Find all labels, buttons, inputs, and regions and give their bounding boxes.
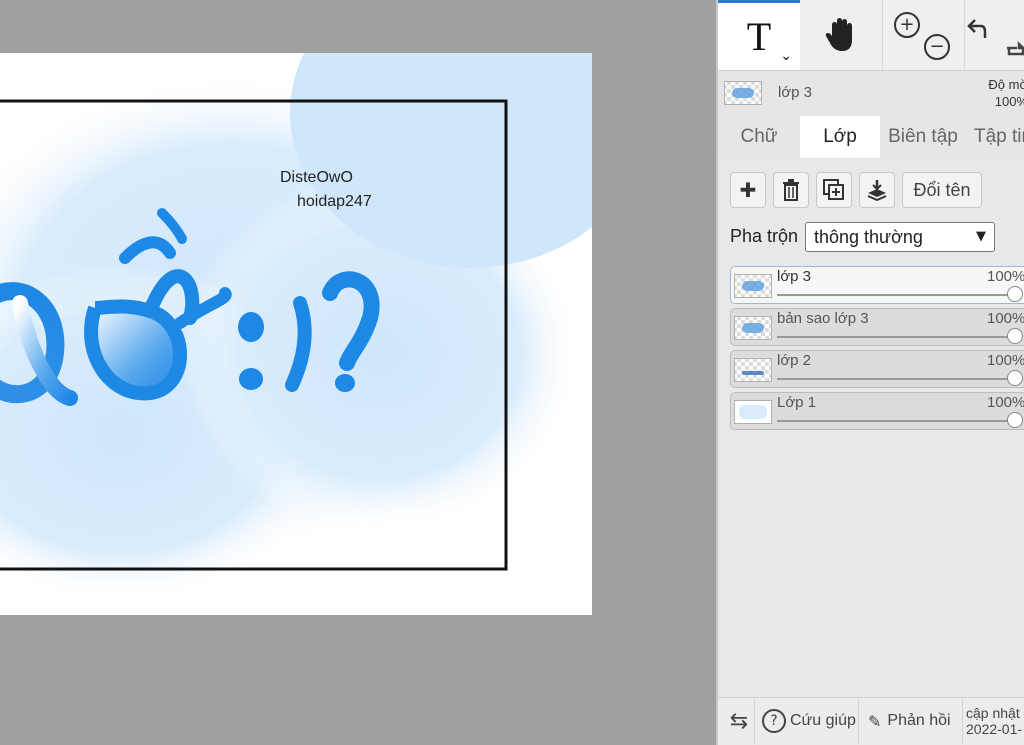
layer-name: Lớp 1: [777, 394, 817, 411]
feedback-label: Phản hồi: [887, 712, 951, 729]
opacity-slider-track[interactable]: [777, 378, 1017, 380]
layer-row[interactable]: Lớp 1 100%: [730, 392, 1024, 430]
feedback-icon: ✎: [868, 711, 882, 731]
current-layer-info: lớp 3 Độ mờ 100%: [718, 72, 1024, 116]
trash-icon: [783, 179, 799, 201]
text-tool-button[interactable]: T ⌄: [718, 0, 800, 70]
opacity-slider-handle[interactable]: [1007, 412, 1023, 428]
layer-name: lớp 2: [777, 352, 812, 369]
opacity-slider-handle[interactable]: [1007, 286, 1023, 302]
duplicate-layer-button[interactable]: [816, 172, 852, 208]
tab-edit[interactable]: Biên tập: [880, 116, 966, 158]
panel-tabs: Chữ Lớp Biên tập Tập tin: [718, 116, 1024, 158]
opacity-value: 100%: [994, 94, 1024, 109]
layer-thumbnail: [734, 358, 772, 382]
layer-row[interactable]: bản sao lớp 3 100%: [730, 308, 1024, 346]
current-layer-name: lớp 3: [778, 84, 813, 101]
layer-thumbnail: [734, 274, 772, 298]
layer-name: lớp 3: [777, 268, 812, 285]
opacity-slider-track[interactable]: [777, 294, 1017, 296]
blend-mode-label: Pha trộn: [730, 226, 799, 246]
layer-thumbnail: [734, 400, 772, 424]
tool-bar: T ⌄ + −: [718, 0, 1024, 71]
swap-icon: ⇆: [729, 708, 749, 734]
blend-mode-select[interactable]: thông thường ▼: [805, 222, 995, 252]
add-layer-button[interactable]: ✚: [730, 172, 766, 208]
merge-down-icon: [867, 180, 887, 201]
layer-opacity: 100%: [987, 352, 1024, 369]
layer-row[interactable]: lớp 2 100%: [730, 350, 1024, 388]
chevron-down-icon[interactable]: ⌄: [780, 48, 792, 64]
chevron-down-icon: ▼: [976, 229, 986, 244]
layers-tab-content: ✚ Đổi tên Pha trộn thông thường ▼ lớp 3 …: [718, 158, 1024, 698]
document-canvas[interactable]: DisteOwO hoidap247: [0, 53, 592, 615]
opacity-label: Độ mờ: [988, 77, 1024, 92]
blend-mode-row: Pha trộn thông thường ▼: [730, 222, 1024, 252]
opacity-slider-handle[interactable]: [1007, 328, 1023, 344]
watermark-line-1: DisteOwO: [280, 169, 353, 186]
rename-layer-button[interactable]: Đổi tên: [902, 172, 982, 208]
blend-mode-value: thông thường: [814, 227, 923, 247]
duplicate-icon: [823, 179, 844, 200]
artwork: [0, 53, 592, 603]
layer-opacity: 100%: [987, 268, 1024, 285]
merge-down-button[interactable]: [859, 172, 895, 208]
hand-tool-button[interactable]: [800, 0, 883, 70]
layers-panel: T ⌄ + − lớp 3 Độ mờ 100% Chữ L: [716, 0, 1024, 745]
zoom-in-icon[interactable]: +: [894, 12, 920, 38]
feedback-button[interactable]: ✎ Phản hồi: [862, 698, 963, 744]
help-label: Cứu giúp: [790, 712, 856, 729]
text-icon: T: [746, 14, 772, 59]
hand-icon: [825, 18, 852, 51]
undo-redo-group: [964, 0, 1024, 70]
layer-name: bản sao lớp 3: [777, 310, 869, 327]
panel-footer: ⇆ ? Cứu giúp ✎ Phản hồi cập nhật 2022-01…: [718, 697, 1024, 745]
tab-layers[interactable]: Lớp: [800, 116, 880, 158]
watermark-line-2: hoidap247: [297, 193, 372, 210]
help-button[interactable]: ? Cứu giúp: [758, 698, 859, 744]
swap-panel-button[interactable]: ⇆: [724, 698, 755, 744]
opacity-slider-handle[interactable]: [1007, 370, 1023, 386]
tab-text[interactable]: Chữ: [718, 116, 800, 158]
tab-file[interactable]: Tập tin: [966, 116, 1024, 158]
update-link[interactable]: cập nhật 2022-01-: [966, 698, 1024, 744]
opacity-slider-track[interactable]: [777, 420, 1017, 422]
help-icon: ?: [762, 709, 786, 733]
update-date: 2022-01-: [966, 721, 1023, 737]
canvas-area[interactable]: DisteOwO hoidap247: [0, 0, 716, 745]
undo-icon[interactable]: [965, 10, 1024, 60]
layer-thumbnail: [724, 81, 762, 105]
layer-opacity: 100%: [987, 394, 1024, 411]
zoom-out-icon[interactable]: −: [924, 34, 950, 60]
layer-row[interactable]: lớp 3 100%: [730, 266, 1024, 304]
layer-thumbnail: [734, 316, 772, 340]
update-label: cập nhật: [966, 705, 1020, 721]
opacity-slider-track[interactable]: [777, 336, 1017, 338]
delete-layer-button[interactable]: [773, 172, 809, 208]
zoom-tool-group: + −: [882, 0, 965, 70]
plus-icon: ✚: [739, 178, 757, 202]
layer-opacity: 100%: [987, 310, 1024, 327]
layer-opacity-readout: Độ mờ 100%: [968, 76, 1024, 110]
